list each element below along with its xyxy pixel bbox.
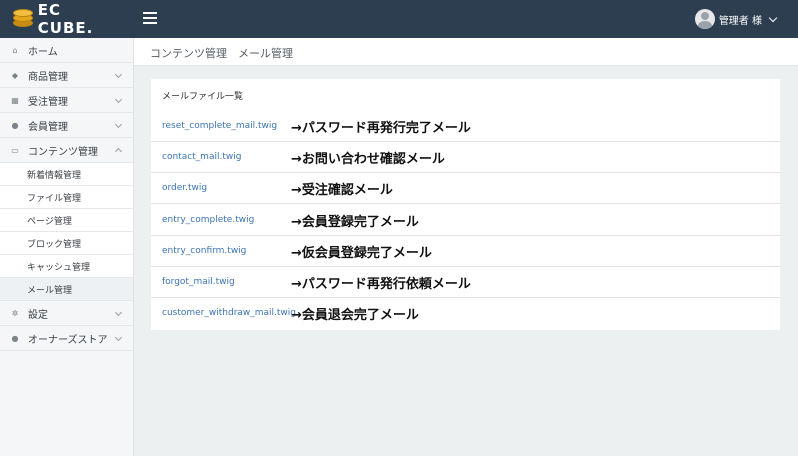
users-icon: ● [11,120,19,130]
sidebar-subitem-files[interactable]: ファイル管理 [0,186,133,209]
sidebar-item-label: 商品管理 [28,71,68,83]
sidebar-item-label: オーナーズストア [28,334,108,346]
tag-icon: ◆ [11,70,19,80]
mail-file-link[interactable]: contact_mail.twig [162,152,241,162]
table-row: customer_withdraw_mail.twig →会員退会完了メール [151,298,780,329]
sidebar-item-home[interactable]: ⌂ ホーム [0,38,133,63]
ec-cube-logo[interactable]: EC CUBE. [12,1,122,37]
mail-file-link[interactable]: reset_complete_mail.twig [162,121,277,131]
chevron-down-icon [114,70,123,79]
cart-icon: ▦ [11,95,19,105]
user-menu[interactable]: 管理者 様 [694,9,778,29]
mail-file-note: →パスワード再発行完了メール [291,121,471,136]
mail-file-note: →会員退会完了メール [291,308,419,323]
mail-file-link[interactable]: order.twig [162,183,207,193]
home-icon: ⌂ [12,45,18,55]
panel-title: メールファイル一覧 [162,92,244,102]
page-title: コンテンツ管理 メール管理 [150,47,293,60]
mail-file-note: →受注確認メール [291,183,393,198]
sidebar-item-customers[interactable]: ● 会員管理 [0,113,133,138]
gear-icon: ✲ [11,308,19,318]
mail-file-link[interactable]: entry_confirm.twig [162,246,246,256]
sidebar-item-label: 受注管理 [28,96,68,108]
mail-file-list-panel: メールファイル一覧 reset_complete_mail.twig →パスワー… [151,79,780,330]
mail-file-note: →会員登録完了メール [291,215,419,230]
chevron-down-icon [768,13,778,23]
chevron-down-icon [114,333,123,342]
mail-file-note: →仮会員登録完了メール [291,246,432,261]
sidebar-item-orders[interactable]: ▦ 受注管理 [0,88,133,113]
sidebar-item-settings[interactable]: ✲ 設定 [0,301,133,326]
mail-file-note: →パスワード再発行依頼メール [291,277,471,292]
avatar [694,9,715,29]
chevron-down-icon [114,95,123,104]
sidebar-item-owners-store[interactable]: ● オーナーズストア [0,326,133,351]
table-row: entry_confirm.twig →仮会員登録完了メール [151,236,780,267]
file-icon: ▭ [11,145,19,155]
info-icon: ● [11,333,19,343]
chevron-up-icon [114,147,123,156]
mail-file-link[interactable]: forgot_mail.twig [162,277,235,287]
table-row: order.twig →受注確認メール [151,173,780,204]
sidebar-subitem-news[interactable]: 新着情報管理 [0,163,133,186]
mail-file-note: →お問い合わせ確認メール [291,152,445,167]
table-row: reset_complete_mail.twig →パスワード再発行完了メール [151,111,780,142]
page-header: コンテンツ管理 メール管理 [134,38,798,66]
sidebar: ⌂ ホーム ◆ 商品管理 ▦ 受注管理 ● 会員管理 ▭ コンテンツ管理 新着情… [0,38,134,456]
sidebar-subitem-pages[interactable]: ページ管理 [0,209,133,232]
hamburger-menu-icon[interactable] [143,12,157,24]
sidebar-subitem-mail[interactable]: メール管理 [0,278,133,301]
logo-text: EC CUBE. [37,1,94,37]
table-row: entry_complete.twig →会員登録完了メール [151,205,780,236]
coin-stack-icon [12,9,34,29]
sidebar-item-label: コンテンツ管理 [28,146,98,158]
user-name: 管理者 様 [718,15,762,27]
sidebar-item-content[interactable]: ▭ コンテンツ管理 [0,138,133,163]
sidebar-item-label: 会員管理 [28,121,68,133]
top-header: EC CUBE. 管理者 様 [0,0,798,38]
mail-file-link[interactable]: customer_withdraw_mail.twig [162,308,296,318]
table-row: forgot_mail.twig →パスワード再発行依頼メール [151,267,780,298]
table-row: contact_mail.twig →お問い合わせ確認メール [151,142,780,173]
chevron-down-icon [114,120,123,129]
mail-file-link[interactable]: entry_complete.twig [162,215,254,225]
sidebar-item-label: 設定 [28,309,48,321]
chevron-down-icon [114,308,123,317]
sidebar-item-label: ホーム [28,46,58,58]
sidebar-item-products[interactable]: ◆ 商品管理 [0,63,133,88]
sidebar-subitem-cache[interactable]: キャッシュ管理 [0,255,133,278]
sidebar-subitem-blocks[interactable]: ブロック管理 [0,232,133,255]
